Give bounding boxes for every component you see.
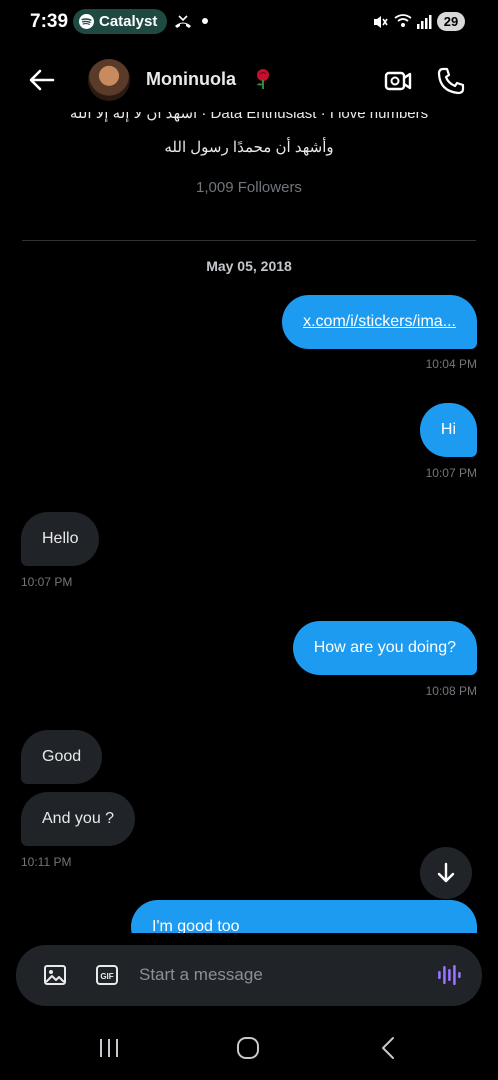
battery-level: 29 xyxy=(437,12,465,31)
message-input[interactable]: Start a message xyxy=(139,965,263,985)
message-bubble-sent[interactable]: How are you doing? xyxy=(292,621,477,675)
home-icon[interactable] xyxy=(236,1036,260,1060)
message-timestamp: 10:07 PM xyxy=(425,466,477,480)
conversation-header: Moninuola xyxy=(0,48,498,112)
back-arrow-icon[interactable] xyxy=(26,64,58,96)
avatar[interactable] xyxy=(88,59,130,101)
status-time: 7:39 xyxy=(30,11,69,32)
system-navigation-bar xyxy=(0,1020,498,1080)
message-bubble-sent[interactable]: x.com/i/stickers/ima... xyxy=(282,295,477,349)
message-bubble-received[interactable]: And you ? xyxy=(21,792,136,846)
message-timestamp: 10:08 PM xyxy=(425,684,477,698)
media-pill-label: Catalyst xyxy=(99,13,158,30)
date-separator: May 05, 2018 xyxy=(206,258,292,274)
wifi-icon xyxy=(394,14,412,27)
partial-message-clip: I'm good too xyxy=(0,900,498,933)
scroll-to-bottom-button[interactable] xyxy=(420,847,472,899)
missed-call-icon xyxy=(175,15,191,28)
message-composer[interactable]: GIF Start a message xyxy=(16,945,482,1006)
message-timestamp: 10:04 PM xyxy=(425,357,477,371)
spotify-icon xyxy=(79,14,94,29)
signal-icon xyxy=(417,15,432,29)
status-bar: 7:39 Catalyst 29 xyxy=(0,0,498,44)
message-timestamp: 10:07 PM xyxy=(21,575,73,589)
bio-first-line-clip: أشهد أن لا إله إلا الله · Data Enthusias… xyxy=(0,112,498,126)
recents-icon[interactable] xyxy=(97,1036,121,1060)
mute-icon xyxy=(374,16,388,28)
phone-call-icon[interactable] xyxy=(436,66,466,96)
message-bubble-sent[interactable]: Hi xyxy=(419,403,477,457)
svg-text:GIF: GIF xyxy=(100,972,113,981)
message-bubble-received[interactable]: Good xyxy=(21,730,103,784)
image-icon[interactable] xyxy=(43,963,67,987)
media-pill[interactable]: Catalyst xyxy=(73,9,168,34)
contact-name[interactable]: Moninuola xyxy=(146,69,236,90)
message-timestamp: 10:11 PM xyxy=(21,855,72,869)
notification-dot-icon xyxy=(202,18,208,24)
profile-bio-line2: وأشهد أن محمدًا رسول الله xyxy=(164,139,334,156)
message-bubble-received[interactable]: Hello xyxy=(21,512,100,566)
gif-icon[interactable]: GIF xyxy=(95,963,119,987)
voice-message-icon[interactable] xyxy=(436,963,462,987)
rose-emoji-icon xyxy=(257,69,269,89)
video-call-icon[interactable] xyxy=(383,66,413,96)
divider xyxy=(22,240,476,241)
arrow-down-icon xyxy=(437,862,455,883)
back-nav-icon[interactable] xyxy=(377,1036,401,1060)
profile-bio-line1: أشهد أن لا إله إلا الله · Data Enthusias… xyxy=(69,112,429,122)
followers-count: 1,009 Followers xyxy=(196,179,302,196)
message-bubble-sent[interactable]: I'm good too xyxy=(131,900,477,933)
